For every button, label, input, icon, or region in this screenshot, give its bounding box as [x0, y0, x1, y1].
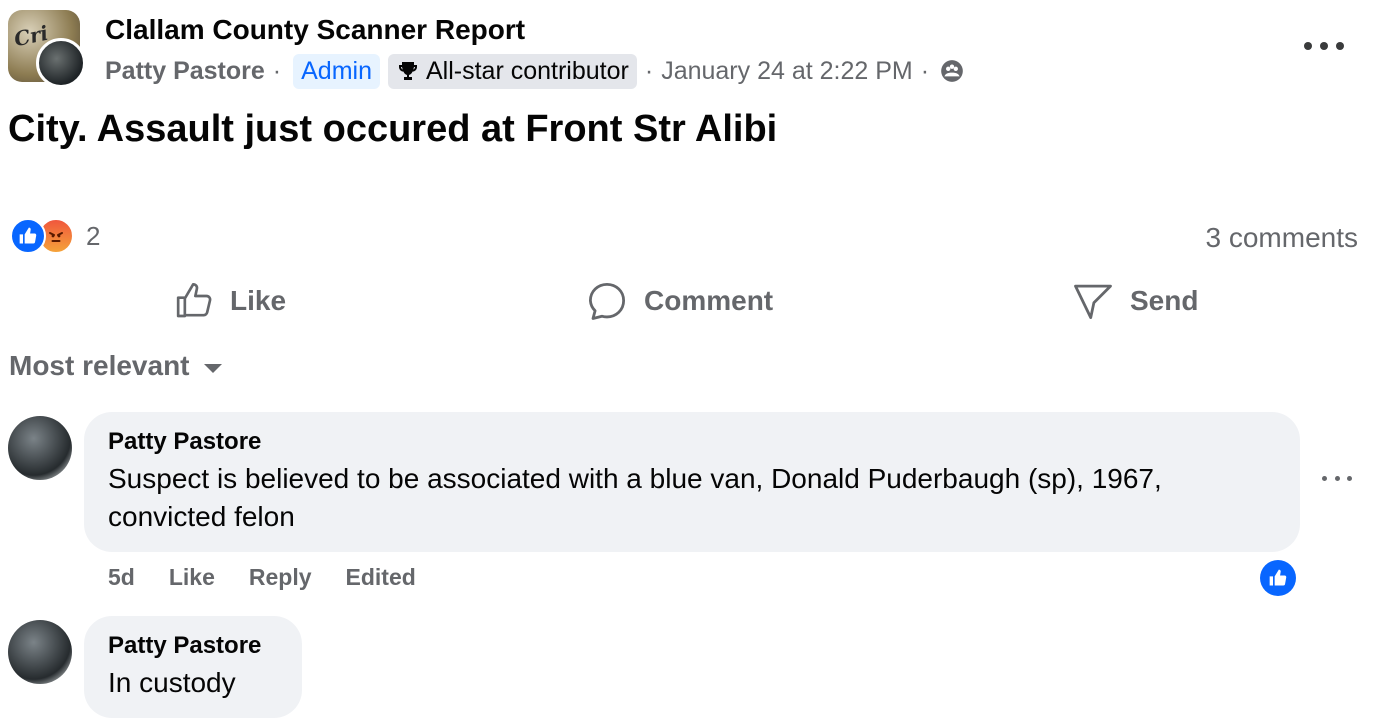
comment-author[interactable]: Patty Pastore [108, 632, 278, 660]
comment-button[interactable]: Comment [586, 278, 773, 324]
comment-meta: 5d Like Reply Edited [108, 564, 450, 591]
commenter-avatar[interactable] [8, 416, 72, 480]
group-privacy-icon[interactable] [939, 58, 965, 84]
separator: · [272, 56, 282, 85]
comment-like-reaction-icon[interactable] [1260, 560, 1296, 596]
reactions-summary[interactable]: 2 [10, 218, 100, 254]
post-meta: Patty Pastore · Admin All-star contribut… [105, 52, 965, 90]
send-button[interactable]: Send [1072, 278, 1198, 324]
commenter-avatar[interactable] [8, 620, 72, 684]
thumbs-up-icon [176, 283, 212, 318]
comment-like-button[interactable]: Like [169, 564, 215, 591]
comment-bubble-icon [588, 282, 626, 320]
comment-text: In custody [108, 667, 236, 698]
trophy-icon [399, 62, 417, 80]
author-name[interactable]: Patty Pastore [105, 57, 265, 86]
post-options-icon[interactable] [1304, 36, 1344, 56]
allstar-label: All-star contributor [426, 56, 629, 85]
separator: · [920, 56, 930, 85]
comment-age[interactable]: 5d [108, 564, 135, 591]
comment-text: Suspect is believed to be associated wit… [108, 463, 1162, 532]
comment-count[interactable]: 3 comments [1206, 222, 1359, 254]
comment-options-icon[interactable] [1322, 476, 1352, 481]
allstar-badge[interactable]: All-star contributor [388, 53, 637, 89]
comment-bubble: Patty Pastore In custody [84, 616, 302, 718]
send-label: Send [1130, 285, 1199, 316]
send-icon [1074, 284, 1112, 320]
post-text: City. Assault just occured at Front Str … [8, 108, 778, 150]
comment-reply-button[interactable]: Reply [249, 564, 312, 591]
post-timestamp[interactable]: January 24 at 2:22 PM [661, 57, 913, 86]
comment-edited-label[interactable]: Edited [346, 564, 416, 591]
comment-label: Comment [644, 285, 774, 316]
author-avatar[interactable] [36, 38, 86, 88]
comment-author[interactable]: Patty Pastore [108, 428, 1276, 456]
separator: · [644, 56, 654, 85]
like-label: Like [230, 285, 287, 316]
sort-label: Most relevant [9, 350, 190, 381]
like-reaction-icon [10, 218, 46, 254]
comment-bubble: Patty Pastore Suspect is believed to be … [84, 412, 1300, 552]
comment-sort-dropdown[interactable]: Most relevant [9, 350, 222, 382]
reaction-count[interactable]: 2 [86, 221, 100, 252]
like-button[interactable]: Like [174, 278, 286, 324]
chevron-down-icon [203, 363, 222, 373]
group-name[interactable]: Clallam County Scanner Report [105, 14, 525, 46]
admin-badge[interactable]: Admin [293, 53, 380, 89]
